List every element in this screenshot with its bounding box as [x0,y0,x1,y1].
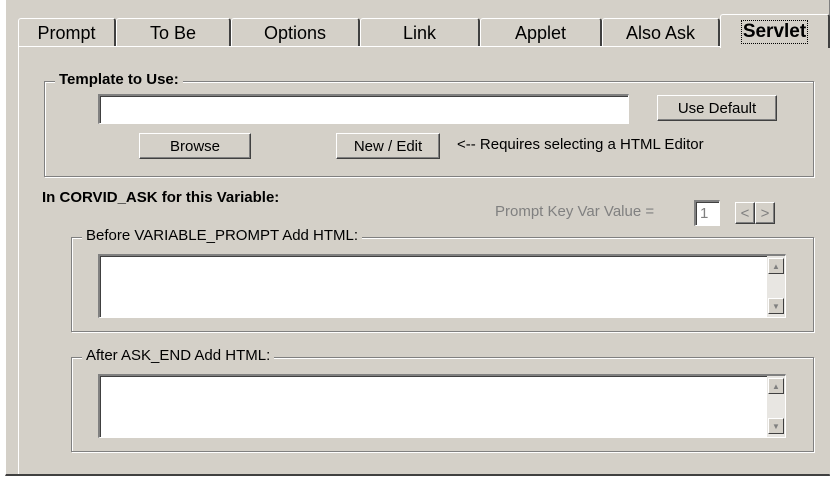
tab-options[interactable]: Options [231,18,360,47]
after-ask-end-html-textarea[interactable]: ▲ ▼ [98,374,786,438]
tab-also-ask[interactable]: Also Ask [602,18,720,47]
after-scrollbar[interactable]: ▲ ▼ [767,376,785,437]
tab-prompt[interactable]: Prompt [18,18,116,47]
tab-label: Options [263,22,327,43]
template-path-input[interactable] [98,94,629,124]
prompt-key-value: 1 [700,205,709,222]
corvid-ask-heading: In CORVID_ASK for this Variable: [42,189,280,206]
use-default-button[interactable]: Use Default [657,95,777,121]
tab-label: Servlet [740,19,809,44]
tab-applet[interactable]: Applet [480,18,602,47]
new-edit-button[interactable]: New / Edit [336,133,440,159]
tab-label: Link [402,22,437,43]
scroll-up-arrow-icon[interactable]: ▲ [768,378,784,394]
next-key-button[interactable]: > [755,202,775,224]
template-group: Template to Use: Use Default Browse New … [44,71,814,177]
scroll-up-arrow-icon[interactable]: ▲ [768,258,784,274]
after-ask-end-group: After ASK_END Add HTML: ▲ ▼ [71,347,814,452]
tab-label: To Be [149,22,197,43]
browse-button[interactable]: Browse [139,133,251,159]
before-prompt-legend: Before VARIABLE_PROMPT Add HTML: [82,227,363,244]
before-scrollbar[interactable]: ▲ ▼ [767,256,785,317]
tab-label: Applet [514,22,567,43]
prev-key-button[interactable]: < [735,202,755,224]
scroll-down-arrow-icon[interactable]: ▼ [768,298,784,314]
before-prompt-html-textarea[interactable]: ▲ ▼ [98,254,786,318]
tab-to-be[interactable]: To Be [116,18,231,47]
servlet-panel: Template to Use: Use Default Browse New … [18,46,830,474]
scroll-down-arrow-icon[interactable]: ▼ [768,418,784,434]
tab-label: Also Ask [625,22,696,43]
html-editor-hint: <-- Requires selecting a HTML Editor [457,136,704,153]
prompt-key-label: Prompt Key Var Value = [495,203,655,220]
tab-label: Prompt [37,22,96,43]
template-legend: Template to Use: [55,71,183,88]
tab-bar: Prompt To Be Options Link Applet Also As… [18,14,830,48]
tab-servlet[interactable]: Servlet [720,14,830,48]
after-ask-end-legend: After ASK_END Add HTML: [82,347,275,364]
prompt-key-value-field[interactable]: 1 [694,200,720,226]
tab-link[interactable]: Link [360,18,480,47]
before-prompt-group: Before VARIABLE_PROMPT Add HTML: ▲ ▼ [71,227,814,332]
